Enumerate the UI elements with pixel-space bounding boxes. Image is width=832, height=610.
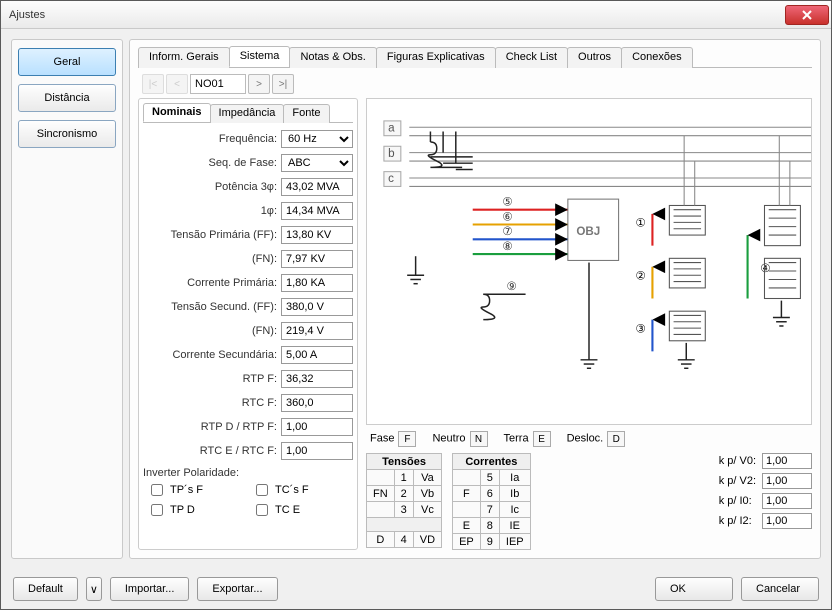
nav-first[interactable]: |<	[142, 74, 164, 94]
sidebar: Geral Distância Sincronismo	[11, 39, 123, 559]
seqfase-label: Seq. de Fase:	[143, 157, 277, 169]
cancel-button[interactable]: Cancelar	[741, 577, 819, 601]
k-fields: k p/ V0: k p/ V2: k p/ I0: k p/ I2:	[719, 453, 812, 529]
frequencia-label: Frequência:	[143, 133, 277, 145]
pot1-label: 1φ:	[143, 205, 277, 217]
svg-text:OBJ: OBJ	[576, 225, 600, 238]
kv0-input[interactable]	[762, 453, 812, 469]
sub-tabs: Nominais Impedância Fonte	[143, 103, 353, 123]
svg-text:⑤: ⑤	[502, 195, 512, 208]
corrsec-input[interactable]	[281, 346, 353, 364]
svg-text:①: ①	[636, 217, 646, 230]
rtpf-label: RTP F:	[143, 373, 277, 385]
node-id[interactable]: NO01	[190, 74, 246, 94]
rtpd-label: RTP D / RTP F:	[143, 421, 277, 433]
kv2-label: k p/ V2:	[719, 475, 756, 487]
tensaosecff-label: Tensão Secund. (FF):	[143, 301, 277, 313]
svg-text:c: c	[388, 172, 394, 185]
tab-notas[interactable]: Notas & Obs.	[289, 47, 376, 68]
nav-next[interactable]: >	[248, 74, 270, 94]
sidebar-item-sincronismo[interactable]: Sincronismo	[18, 120, 116, 148]
importar-button[interactable]: Importar...	[110, 577, 190, 601]
circuit-diagram: a b c	[366, 98, 812, 425]
svg-text:b: b	[388, 147, 394, 160]
legend-e[interactable]: E	[533, 431, 551, 447]
corrsec-label: Corrente Secundária:	[143, 349, 277, 361]
nav-last[interactable]: >|	[272, 74, 294, 94]
svg-text:⑥: ⑥	[502, 210, 512, 223]
sidebar-item-distancia[interactable]: Distância	[18, 84, 116, 112]
legend-d[interactable]: D	[607, 431, 625, 447]
exportar-button[interactable]: Exportar...	[197, 577, 277, 601]
correntes-table: Correntes 5Ia F6Ib 7Ic E8IE EP9IEP	[452, 453, 531, 550]
legend: FaseF NeutroN TerraE Desloc.D	[366, 425, 812, 453]
tensaoprimfn-label: (FN):	[143, 253, 277, 265]
app-window: Ajustes Geral Distância Sincronismo Info…	[0, 0, 832, 610]
ki0-label: k p/ I0:	[719, 495, 756, 507]
tensaosecfn-label: (FN):	[143, 325, 277, 337]
node-nav: |< < NO01 > >|	[142, 74, 812, 94]
footer: Default ∨ Importar... Exportar... OK Can…	[1, 569, 831, 609]
tab-sistema[interactable]: Sistema	[229, 46, 291, 67]
rtce-input[interactable]	[281, 442, 353, 460]
tab-outros[interactable]: Outros	[567, 47, 622, 68]
ki2-input[interactable]	[762, 513, 812, 529]
subtab-fonte[interactable]: Fonte	[283, 104, 329, 123]
titlebar: Ajustes	[1, 1, 831, 29]
svg-text:⑧: ⑧	[502, 240, 512, 253]
pot3-input[interactable]	[281, 178, 353, 196]
corrprim-label: Corrente Primária:	[143, 277, 277, 289]
svg-text:④: ④	[760, 262, 770, 275]
main-tabs: Inform. Gerais Sistema Notas & Obs. Figu…	[138, 46, 812, 68]
tab-conexoes[interactable]: Conexões	[621, 47, 693, 68]
chk-tpd[interactable]: TP D	[147, 501, 244, 519]
tensaosecfn-input[interactable]	[281, 322, 353, 340]
sidebar-item-geral[interactable]: Geral	[18, 48, 116, 76]
tab-checklist[interactable]: Check List	[495, 47, 568, 68]
chk-tpsf[interactable]: TP´s F	[147, 481, 244, 499]
svg-text:⑨: ⑨	[507, 280, 517, 293]
chk-tce[interactable]: TC E	[252, 501, 349, 519]
chk-tcsf[interactable]: TC´s F	[252, 481, 349, 499]
default-button[interactable]: Default	[13, 577, 78, 601]
tensoes-table: Tensões 1Va FN2Vb 3Vc D4VD	[366, 453, 442, 548]
svg-text:③: ③	[636, 322, 646, 335]
form-panel: Nominais Impedância Fonte Frequência: 60 …	[138, 98, 358, 550]
rtcf-input[interactable]	[281, 394, 353, 412]
pot3-label: Potência 3φ:	[143, 181, 277, 193]
rtpf-input[interactable]	[281, 370, 353, 388]
nav-prev[interactable]: <	[166, 74, 188, 94]
frequencia-select[interactable]: 60 Hz	[281, 130, 353, 148]
tensaoprimff-input[interactable]	[281, 226, 353, 244]
kv2-input[interactable]	[762, 473, 812, 489]
subtab-impedancia[interactable]: Impedância	[210, 104, 285, 123]
subtab-nominais[interactable]: Nominais	[143, 103, 211, 122]
tab-figuras[interactable]: Figuras Explicativas	[376, 47, 496, 68]
kv0-label: k p/ V0:	[719, 455, 756, 467]
default-dropdown[interactable]: ∨	[86, 577, 102, 601]
svg-text:②: ②	[636, 269, 646, 282]
tensaoprimfn-input[interactable]	[281, 250, 353, 268]
tab-inform-gerais[interactable]: Inform. Gerais	[138, 47, 230, 68]
tensaoprimff-label: Tensão Primária (FF):	[143, 229, 277, 241]
rtpd-input[interactable]	[281, 418, 353, 436]
seqfase-select[interactable]: ABC	[281, 154, 353, 172]
main-panel: Inform. Gerais Sistema Notas & Obs. Figu…	[129, 39, 821, 559]
legend-f[interactable]: F	[398, 431, 416, 447]
rtce-label: RTC E / RTC F:	[143, 445, 277, 457]
ki2-label: k p/ I2:	[719, 515, 756, 527]
ki0-input[interactable]	[762, 493, 812, 509]
corrprim-input[interactable]	[281, 274, 353, 292]
svg-text:⑦: ⑦	[502, 225, 512, 238]
rtcf-label: RTC F:	[143, 397, 277, 409]
tensaosecff-input[interactable]	[281, 298, 353, 316]
svg-text:a: a	[388, 121, 395, 134]
ok-button[interactable]: OK	[655, 577, 733, 601]
close-button[interactable]	[785, 5, 829, 25]
invert-title: Inverter Polaridade:	[143, 467, 353, 479]
legend-n[interactable]: N	[470, 431, 488, 447]
window-title: Ajustes	[9, 9, 785, 21]
pot1-input[interactable]	[281, 202, 353, 220]
